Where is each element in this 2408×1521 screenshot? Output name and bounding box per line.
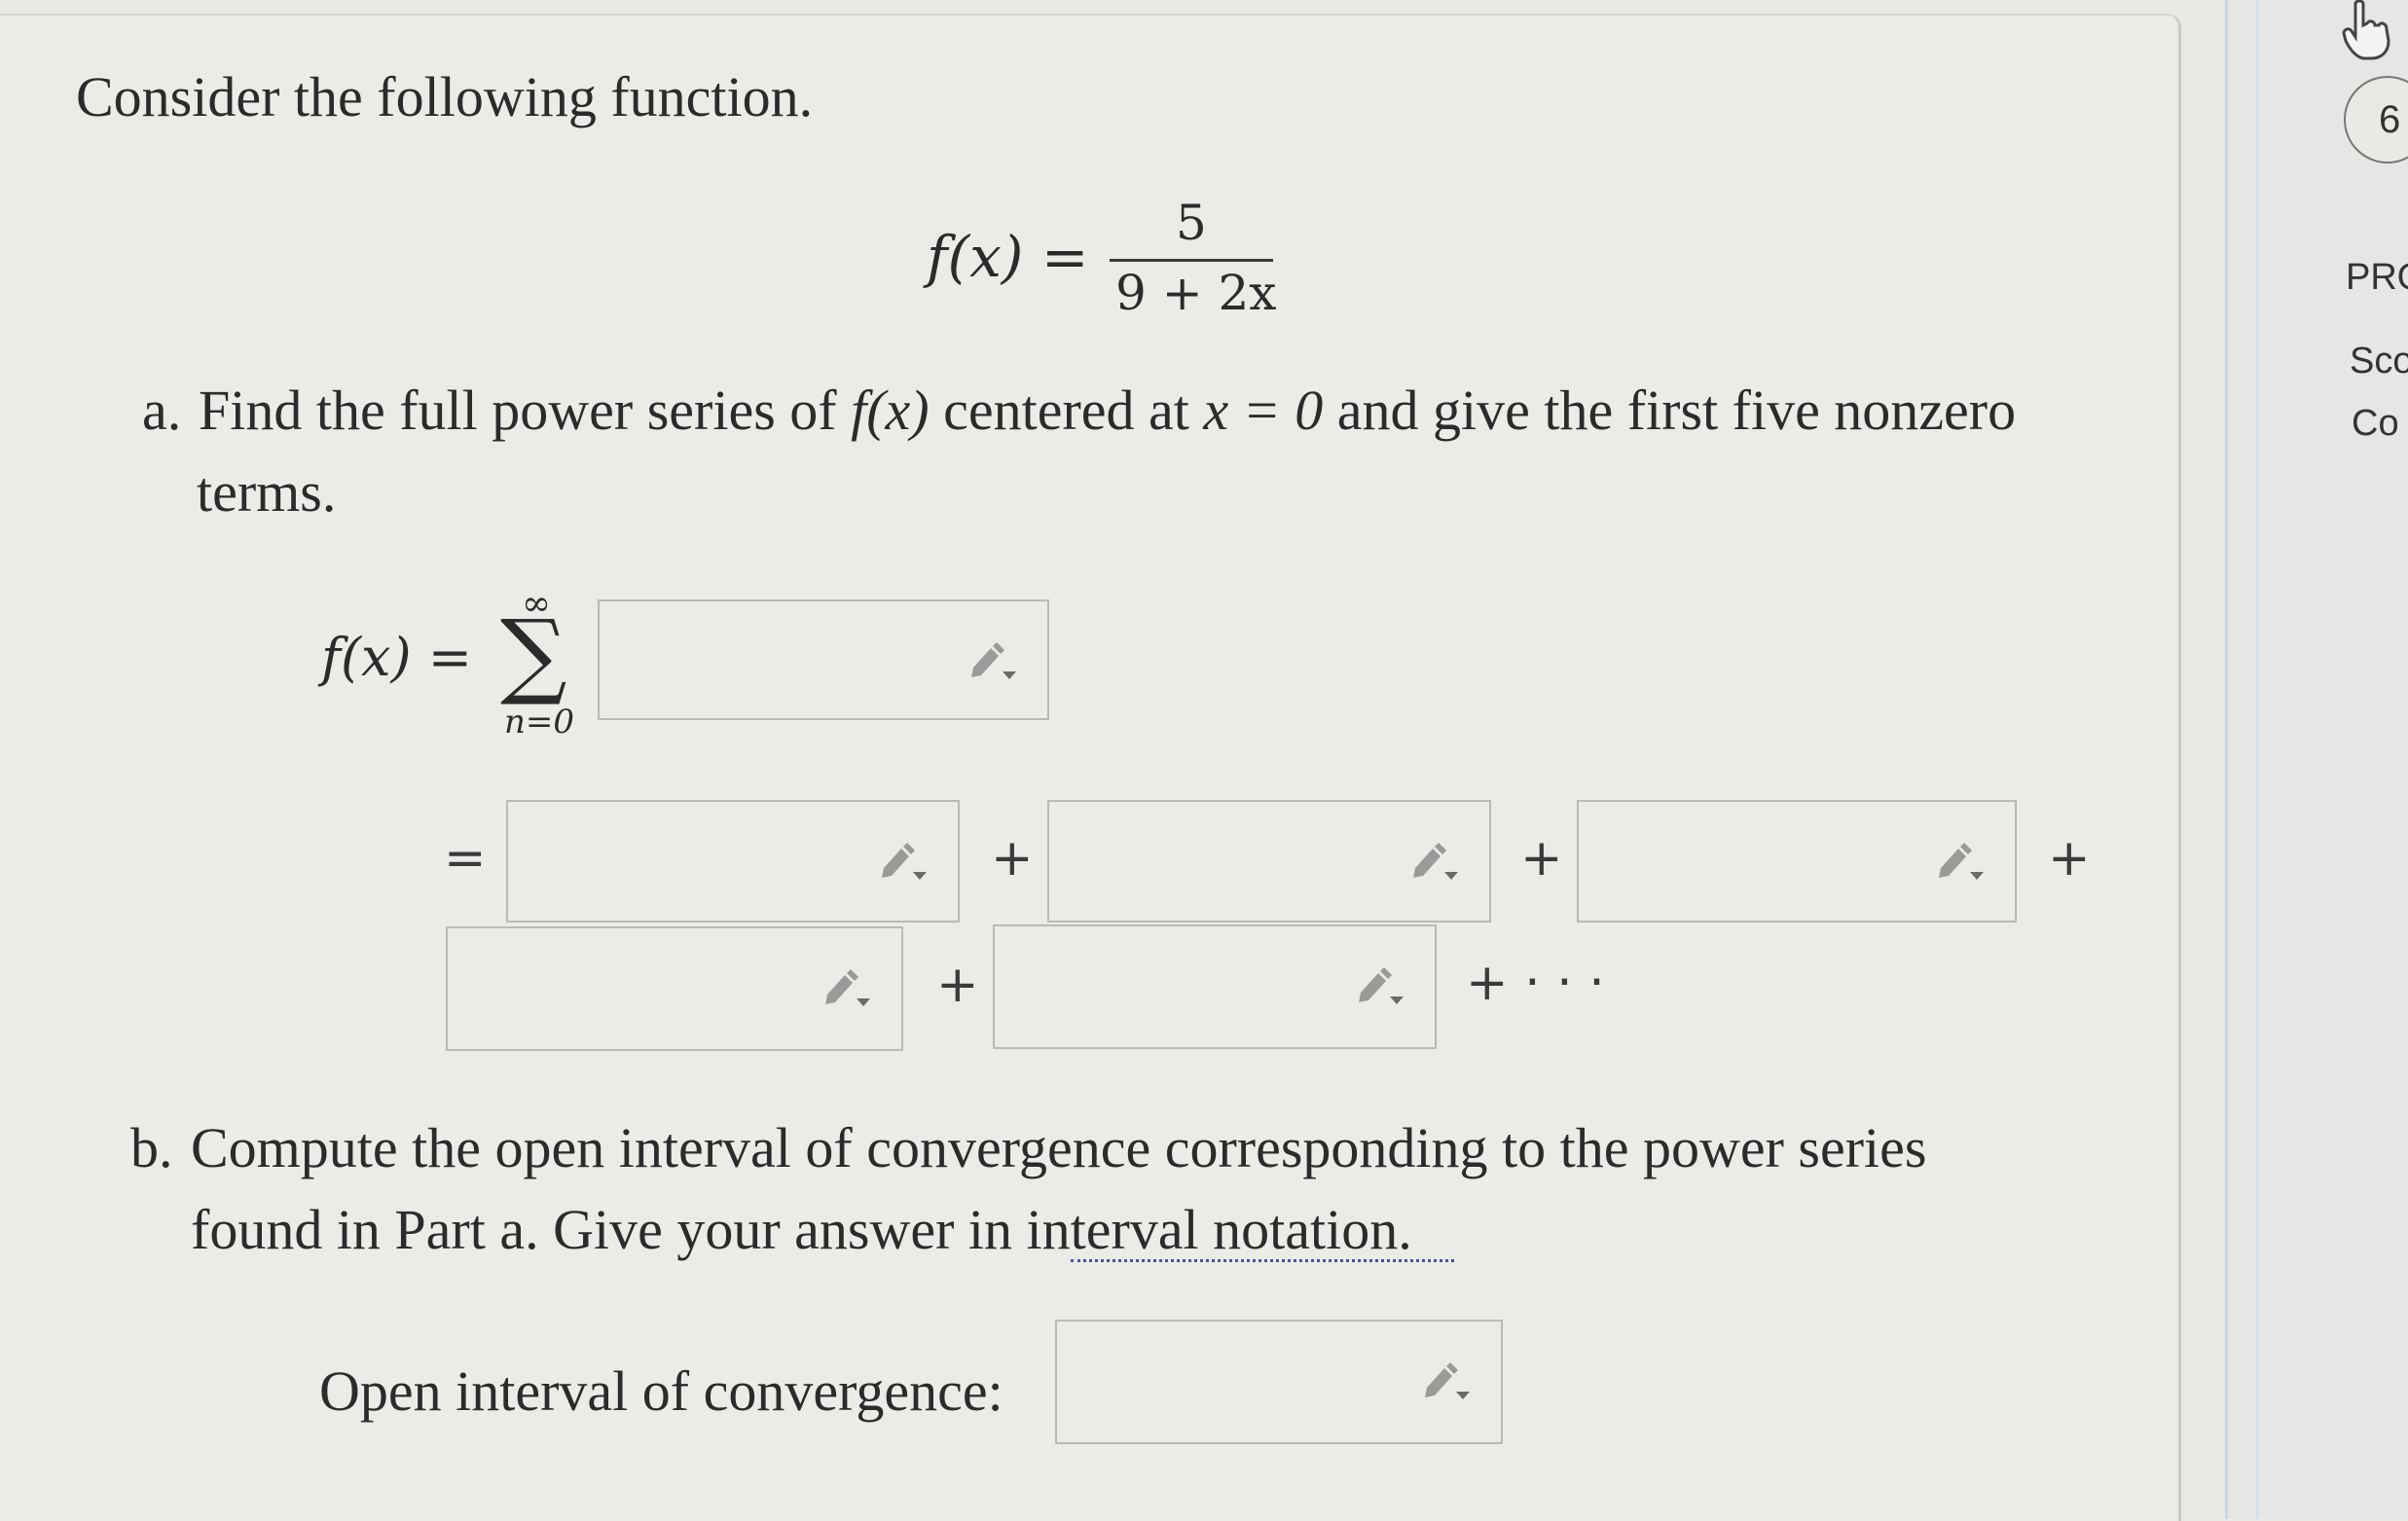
plus-sign: + [1520, 829, 1563, 887]
fraction-bar [1110, 259, 1273, 262]
part-a-label: a. [142, 379, 182, 442]
plus-sign: + [936, 956, 979, 1014]
part-a-question-line1: Find the full power series of f(x) cente… [199, 379, 2017, 442]
sidebar-divider [2225, 0, 2228, 1519]
part-b-question-line1: Compute the open interval of convergence… [191, 1116, 1927, 1179]
pencil-dropdown-icon[interactable] [1421, 1358, 1472, 1403]
sidebar-divider [2256, 0, 2259, 1519]
term-3-answer-box[interactable] [1577, 800, 2017, 923]
term-1-answer-box[interactable] [506, 800, 960, 923]
trailing-ellipsis: + · · · [1466, 954, 1605, 1012]
plus-sign: + [2048, 829, 2091, 887]
sidebar-item-score: Sco [2350, 341, 2408, 381]
series-lhs: f(x) = [321, 627, 472, 688]
equals-sign: = [444, 829, 487, 887]
interval-answer-label: Open interval of convergence: [319, 1359, 1003, 1423]
term-4-answer-box[interactable] [446, 926, 903, 1051]
sigma-symbol: ∑ [500, 599, 567, 708]
sidebar-item-progress: PRO [2346, 257, 2408, 298]
part-a-question-line2: terms. [197, 460, 337, 524]
pencil-dropdown-icon[interactable] [967, 638, 1018, 683]
pencil-dropdown-icon[interactable] [878, 839, 929, 884]
term-2-answer-box[interactable] [1047, 800, 1491, 923]
fraction-numerator: 5 [1176, 195, 1207, 251]
interval-answer-box[interactable] [1055, 1320, 1503, 1444]
hand-pointer-icon [2342, 0, 2390, 60]
pencil-dropdown-icon[interactable] [821, 965, 872, 1010]
sigma-lower-limit: n=0 [504, 703, 575, 742]
intro-text: Consider the following function. [76, 65, 814, 128]
sidebar-item-content: Co [2352, 403, 2399, 444]
part-b-question-line2: found in Part a. Give your answer in int… [191, 1198, 1412, 1261]
fraction-denominator: 9 + 2x [1115, 265, 1277, 321]
function-lhs: f(x) = [927, 224, 1089, 290]
link-underline [1071, 1259, 1454, 1262]
term-5-answer-box[interactable] [993, 924, 1437, 1049]
plus-sign: + [991, 829, 1034, 887]
part-b-label: b. [130, 1116, 173, 1179]
pencil-dropdown-icon[interactable] [1935, 839, 1986, 884]
general-term-answer-box[interactable] [598, 599, 1049, 720]
pencil-dropdown-icon[interactable] [1409, 839, 1460, 884]
interval-notation-link[interactable]: interval notation. [1027, 1198, 1412, 1261]
pencil-dropdown-icon[interactable] [1355, 963, 1405, 1008]
question-card [0, 14, 2181, 1521]
